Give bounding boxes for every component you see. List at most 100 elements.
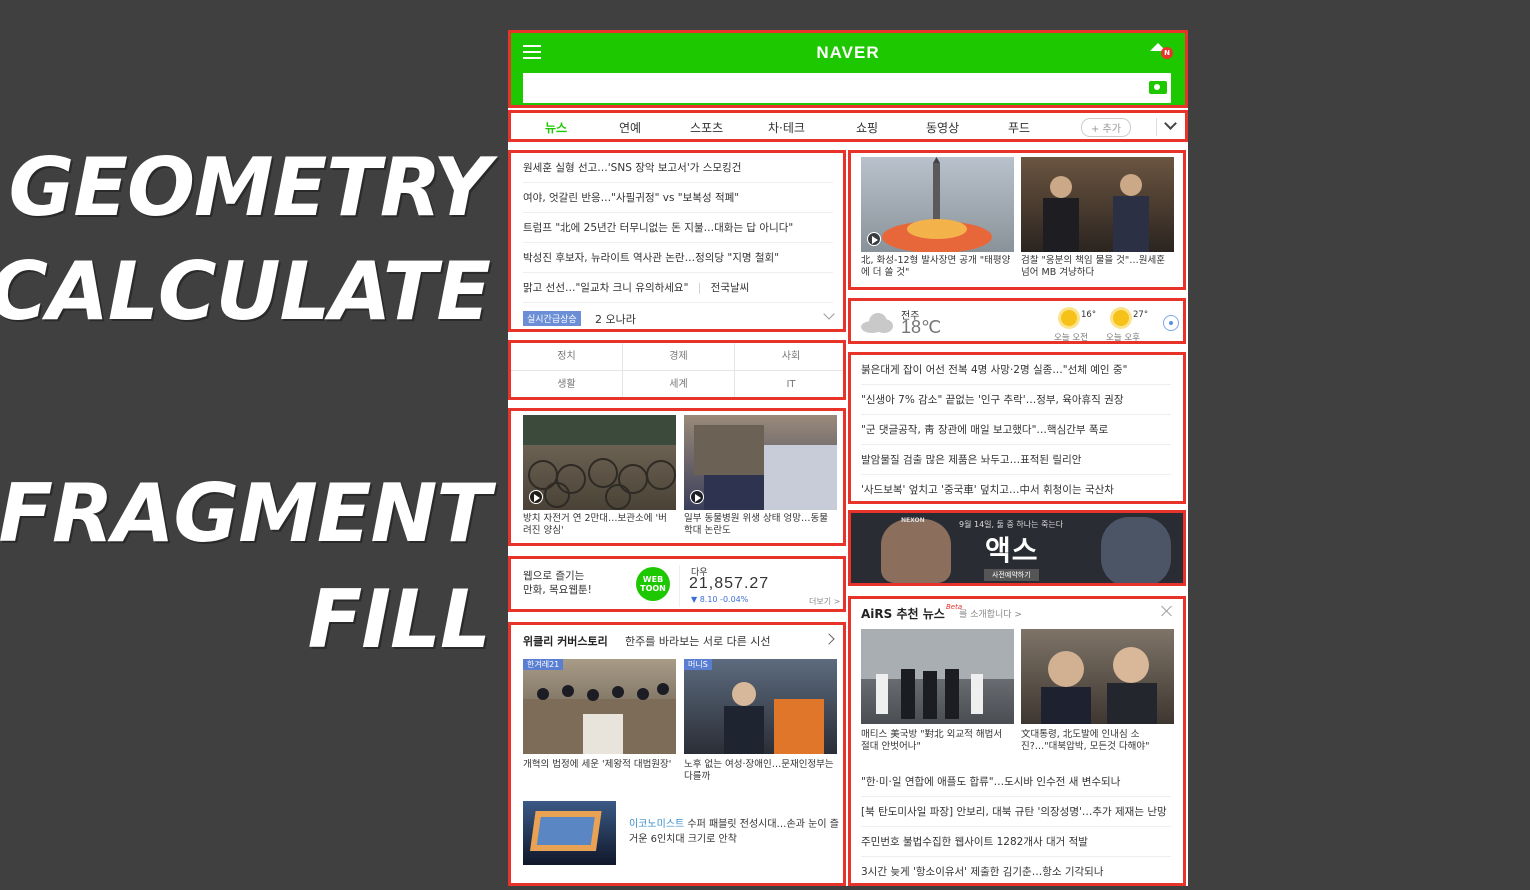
headline-item[interactable]: 트럼프 "北에 25년간 터무니없는 돈 지불…대화는 답 아니다" xyxy=(523,213,833,243)
camera-icon[interactable] xyxy=(1149,81,1167,94)
play-icon[interactable] xyxy=(690,490,704,504)
weather-widget[interactable]: 전주 18℃ 16° 오늘 오전 27° 오늘 오후 xyxy=(848,298,1186,344)
video-caption[interactable]: 방치 자전거 연 2만대…보관소에 '버려진 양심' xyxy=(523,513,673,537)
airs-caption[interactable]: 文대통령, 北도발에 인내심 소진?…"대북압박, 모든것 다해야" xyxy=(1021,729,1173,753)
tab-news[interactable]: 뉴스 xyxy=(545,119,567,136)
stock-value[interactable]: 21,857.27 xyxy=(689,575,769,593)
category-economy[interactable]: 경제 xyxy=(623,343,735,371)
headline-item[interactable]: 주민번호 불법수집한 웹사이트 1282개사 대거 적발 xyxy=(861,827,1171,857)
home-icon[interactable]: N xyxy=(1149,43,1173,61)
realtime-keyword[interactable]: 2 오나라 xyxy=(595,311,636,327)
pm-label: 오늘 오후 xyxy=(1106,333,1140,343)
source-tag: 한겨레21 xyxy=(523,659,564,670)
headline-list-2: 붉은대게 잡이 어선 전복 4명 사망·2명 실종…"선체 예인 중" "신생아… xyxy=(848,352,1186,504)
category-life[interactable]: 생활 xyxy=(511,371,623,397)
slogan-calculate: CALCULATE xyxy=(0,245,491,338)
tab-cartech[interactable]: 차·테크 xyxy=(768,119,805,136)
tab-food[interactable]: 푸드 xyxy=(1008,119,1030,136)
source-tag: 머니S xyxy=(684,659,712,670)
sun-icon xyxy=(1113,310,1129,326)
chevron-down-icon[interactable] xyxy=(823,308,835,320)
add-tab-button[interactable]: + 추가 xyxy=(1081,118,1131,137)
headline-list: 원세훈 실형 선고…'SNS 장악 보고서'가 스모킹건 여야, 엇갈린 반응…… xyxy=(508,150,846,332)
headline-item[interactable]: 맑고 선선…"일교차 크니 유의하세요" | 전국날씨 xyxy=(523,273,833,303)
headline-item[interactable]: 3시간 늦게 '항소이유서' 제출한 김기춘…항소 기각되나 xyxy=(861,857,1171,883)
headline-item[interactable]: [북 탄도미사일 파장] 안보리, 대북 규탄 '의장성명'…추가 제재는 난망 xyxy=(861,797,1171,827)
photo-caption[interactable]: 北, 화성-12형 발사장면 공개 "태평양에 더 쏠 것" xyxy=(861,255,1013,279)
weather-link[interactable]: 전국날씨 xyxy=(711,282,750,294)
slogan-fragment: FRAGMENT xyxy=(0,467,491,560)
tab-entertainment[interactable]: 연예 xyxy=(619,119,641,136)
category-society[interactable]: 사회 xyxy=(735,343,843,371)
tab-shopping[interactable]: 쇼핑 xyxy=(856,119,878,136)
pentagon-thumbnail[interactable] xyxy=(861,629,1014,724)
vet-clinic-thumbnail[interactable] xyxy=(684,415,837,510)
ad-banner[interactable]: NEXON 9월 14일, 둘 중 하나는 죽는다 액스 사전예약하기 xyxy=(848,510,1186,586)
play-icon[interactable] xyxy=(867,232,881,246)
tab-bar: 뉴스 연예 스포츠 차·테크 쇼핑 동영상 푸드 + 추가 xyxy=(508,110,1188,142)
photo-caption[interactable]: 검찰 "응분의 책임 물을 것"…원세훈 넘어 MB 겨냥하다 xyxy=(1021,255,1173,279)
category-grid: 정치 경제 사회 생활 세계 IT xyxy=(508,340,846,400)
webtoon-logo[interactable]: WEB TOON xyxy=(636,567,670,601)
weekly-cover-story: 위클리 커버스토리 한주를 바라보는 서로 다른 시선 한겨레21 머니S 개혁… xyxy=(508,622,846,886)
headline-item[interactable]: 원세훈 실형 선고…'SNS 장악 보고서'가 스모킹건 xyxy=(523,153,833,183)
headline-item[interactable]: "군 댓글공작, 靑 장관에 매일 보고했다"…핵심간부 폭로 xyxy=(861,415,1171,445)
category-it[interactable]: IT xyxy=(735,371,843,397)
play-icon[interactable] xyxy=(529,490,543,504)
tab-video[interactable]: 동영상 xyxy=(926,119,959,136)
ad-character-left xyxy=(881,519,951,583)
phablet-thumbnail[interactable] xyxy=(523,801,616,865)
webtoon-stock-row: 웹으로 즐기는 만화, 목요웹툰! WEB TOON 다우 21,857.27 … xyxy=(508,556,846,612)
chevron-down-icon[interactable] xyxy=(1164,117,1177,130)
headline-item[interactable]: 박성진 후보자, 뉴라이트 역사관 논란…정의당 "지명 철회" xyxy=(523,243,833,273)
president-thumbnail[interactable]: 머니S xyxy=(684,659,837,754)
airs-intro-link[interactable]: 를 소개합니다 > xyxy=(959,607,1022,620)
category-world[interactable]: 세계 xyxy=(623,371,735,397)
stock-change: ▼ 8.10 -0.04% xyxy=(691,595,749,604)
notification-badge: N xyxy=(1161,47,1173,59)
sun-icon xyxy=(1061,310,1077,326)
naver-logo[interactable]: NAVER xyxy=(511,43,1185,63)
tab-sports[interactable]: 스포츠 xyxy=(690,119,723,136)
more-link[interactable]: 더보기 > xyxy=(809,596,840,607)
headline-item[interactable]: "한·미·일 연합에 애플도 합류"…도시바 인수전 새 변수되나 xyxy=(861,767,1171,797)
ad-character-right xyxy=(1101,517,1171,583)
headline-item[interactable]: '사드보복' 엎치고 '중국車' 덮치고…中서 휘청이는 국산차 xyxy=(861,475,1171,501)
phone-call-thumbnail[interactable] xyxy=(1021,629,1174,724)
slogan-geometry: GEOMETRY xyxy=(8,141,491,234)
missile-thumbnail[interactable] xyxy=(861,157,1014,252)
headline-item[interactable]: 붉은대게 잡이 어선 전복 4명 사망·2명 실종…"선체 예인 중" xyxy=(861,355,1171,385)
video-caption[interactable]: 일부 동물병원 위생 상태 엉망…동물 학대 논란도 xyxy=(684,513,834,537)
ad-title: 액스 xyxy=(985,534,1039,567)
weather-temp: 18℃ xyxy=(901,317,942,337)
ad-preregister-button[interactable]: 사전예약하기 xyxy=(984,569,1039,581)
location-icon[interactable] xyxy=(1163,315,1179,331)
section-title: 위클리 커버스토리 xyxy=(523,635,608,648)
airs-title: AiRS 추천 뉴스 xyxy=(861,607,945,621)
search-input[interactable] xyxy=(523,73,1171,103)
category-politics[interactable]: 정치 xyxy=(511,343,623,371)
pm-temp: 27° xyxy=(1133,310,1149,320)
economist-item[interactable]: 이코노미스트 수퍼 패블릿 전성시대…손과 눈이 즐거운 6인치대 크기로 안착 xyxy=(629,817,839,847)
am-label: 오늘 오전 xyxy=(1054,333,1088,343)
headline-item[interactable]: "신생아 7% 감소" 끝없는 '인구 추락'…정부, 육아휴직 권장 xyxy=(861,385,1171,415)
headline-item[interactable]: 여야, 엇갈린 반응…"사필귀정" vs "보복성 적폐" xyxy=(523,183,833,213)
slogan-fill: FILL xyxy=(307,573,491,666)
weekly-caption[interactable]: 개혁의 법정에 세운 '제왕적 대법원장' xyxy=(523,759,673,771)
headline-text: 맑고 선선…"일교차 크니 유의하세요" xyxy=(523,282,689,294)
bicycles-thumbnail[interactable] xyxy=(523,415,676,510)
cloud-icon xyxy=(861,313,893,333)
court-thumbnail[interactable]: 한겨레21 xyxy=(523,659,676,754)
tab-divider xyxy=(1156,118,1157,136)
mobile-page: NAVER N 뉴스 연예 스포츠 차·테크 쇼핑 동영상 푸드 + 추가 원세… xyxy=(508,30,1188,886)
video-news: 방치 자전거 연 2만대…보관소에 '버려진 양심' 일부 동물병원 위생 상태… xyxy=(508,408,846,546)
prosecution-thumbnail[interactable] xyxy=(1021,157,1174,252)
airs-caption[interactable]: 매티스 美국방 "對北 외교적 해법서 절대 안벗어나" xyxy=(861,729,1013,753)
headline-item[interactable]: 발암물질 검출 많은 제품은 놔두고…표적된 릴리안 xyxy=(861,445,1171,475)
chevron-right-icon[interactable] xyxy=(823,633,835,645)
close-icon[interactable] xyxy=(1161,605,1173,617)
header: NAVER N xyxy=(508,30,1188,108)
realtime-label: 실시간급상승 xyxy=(523,311,581,326)
webtoon-promo[interactable]: 웹으로 즐기는 만화, 목요웹툰! xyxy=(523,569,592,597)
weekly-caption[interactable]: 노후 없는 여성·장애인…문재인정부는 다를까 xyxy=(684,759,834,783)
